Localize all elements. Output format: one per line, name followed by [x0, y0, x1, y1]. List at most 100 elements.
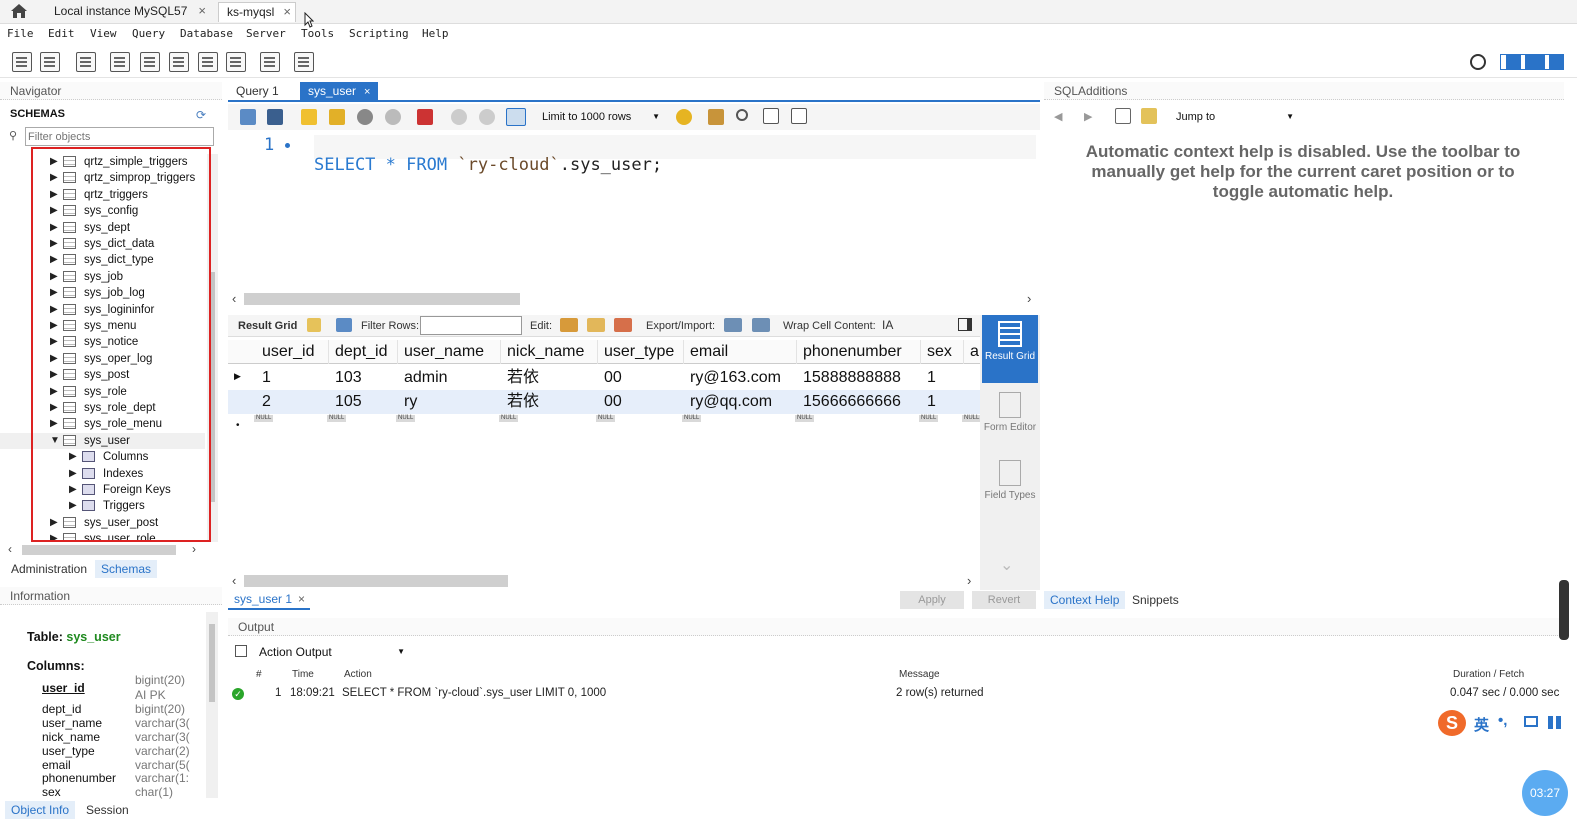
field-types-tool[interactable]: Field Types [982, 458, 1038, 518]
open-file-icon[interactable] [240, 109, 256, 125]
close-icon[interactable]: × [298, 592, 305, 606]
manual-help-icon[interactable] [1115, 108, 1131, 124]
menu-file[interactable]: File [7, 27, 34, 40]
menu-view[interactable]: View [90, 27, 117, 40]
autocommit-icon[interactable] [506, 108, 526, 126]
table-cell[interactable]: 2 [256, 390, 271, 414]
scroll-right-icon[interactable]: › [1027, 291, 1031, 306]
auto-help-icon[interactable] [1141, 108, 1157, 124]
revert-button[interactable]: Revert [972, 591, 1036, 609]
menu-database[interactable]: Database [180, 27, 233, 40]
bookmark-star-icon[interactable] [676, 109, 692, 125]
table-cell[interactable]: ry@qq.com [684, 390, 772, 414]
filter-objects-input[interactable] [25, 127, 214, 146]
wrap-cell-icon[interactable]: IA [882, 318, 893, 332]
grid-hscrollbar[interactable] [244, 575, 508, 587]
settings-icon[interactable] [1470, 54, 1486, 70]
import-icon[interactable] [752, 318, 770, 332]
close-icon[interactable]: × [283, 3, 291, 21]
tree-hscrollbar[interactable] [22, 545, 176, 555]
table-cell[interactable]: ry@163.com [684, 366, 781, 390]
ime-toolbar[interactable]: S 英 •, [1436, 708, 1566, 738]
menu-tools[interactable]: Tools [301, 27, 334, 40]
scroll-left-icon[interactable]: ‹ [232, 291, 236, 306]
tab-sys-user[interactable]: sys_user × [300, 82, 378, 101]
delete-row-icon[interactable] [614, 318, 632, 332]
new-sql-tab-icon[interactable] [12, 52, 32, 72]
create-schema-icon[interactable] [110, 52, 130, 72]
back-icon[interactable]: ◀ [1054, 110, 1062, 123]
column-header[interactable]: dept_id [329, 340, 398, 364]
result-tab[interactable]: sys_user 1 × [228, 590, 310, 610]
tab-context-help[interactable]: Context Help [1044, 591, 1126, 609]
column-header[interactable]: nick_name [501, 340, 598, 364]
toggle-error-icon[interactable] [417, 109, 433, 125]
table-cell[interactable]: 若依 [501, 366, 539, 390]
table-cell[interactable]: 103 [329, 366, 362, 390]
forward-icon[interactable]: ▶ [1084, 110, 1092, 123]
tab-administration[interactable]: Administration [5, 560, 93, 578]
column-header[interactable]: sex [921, 340, 964, 364]
column-header[interactable]: user_name [398, 340, 501, 364]
limit-rows-select[interactable]: Limit to 1000 rows ▼ [538, 108, 662, 126]
create-procedure-icon[interactable] [198, 52, 218, 72]
search-table-icon[interactable] [260, 52, 280, 72]
apply-button[interactable]: Apply [900, 591, 964, 609]
tab-ks-myqsl[interactable]: ks-myqsl × [218, 2, 296, 22]
create-function-icon[interactable] [226, 52, 246, 72]
menu-scripting[interactable]: Scripting [349, 27, 409, 40]
invisible-chars-icon[interactable] [763, 108, 779, 124]
create-view-icon[interactable] [169, 52, 189, 72]
info-scrollbar[interactable] [206, 612, 218, 798]
close-icon[interactable]: × [364, 86, 370, 98]
output-row[interactable]: ✓ 1 18:09:21 SELECT * FROM `ry-cloud`.sy… [228, 685, 1564, 703]
column-header[interactable]: phonenumber [797, 340, 921, 364]
menu-query[interactable]: Query [132, 27, 165, 40]
open-sql-script-icon[interactable] [40, 52, 60, 72]
editor-hscrollbar[interactable] [244, 293, 520, 305]
menu-help[interactable]: Help [422, 27, 449, 40]
find-icon[interactable] [736, 109, 748, 121]
close-icon[interactable]: × [198, 2, 206, 20]
explain-icon[interactable] [357, 109, 373, 125]
menu-edit[interactable]: Edit [48, 27, 75, 40]
edit-row-icon[interactable] [560, 318, 578, 332]
add-row-icon[interactable] [587, 318, 605, 332]
stop-icon[interactable] [385, 109, 401, 125]
inspector-icon[interactable] [76, 52, 96, 72]
column-header[interactable]: user_id [256, 340, 329, 364]
result-grid-tool[interactable]: Result Grid [982, 315, 1038, 383]
refresh-results-icon[interactable] [336, 318, 352, 332]
commit-icon[interactable] [451, 109, 467, 125]
table-cell[interactable]: 1 [256, 366, 271, 390]
tab-local-instance[interactable]: Local instance MySQL57 × [46, 2, 210, 22]
tab-session[interactable]: Session [80, 801, 135, 819]
rollback-icon[interactable] [479, 109, 495, 125]
output-type-select[interactable]: Action Output ▼ [255, 643, 407, 661]
tab-query-1[interactable]: Query 1 [228, 82, 287, 101]
tab-snippets[interactable]: Snippets [1126, 591, 1185, 609]
layout-toggle-icon[interactable] [1500, 54, 1564, 70]
table-cell[interactable]: admin [398, 366, 448, 390]
table-cell[interactable]: 00 [598, 390, 622, 414]
table-cell[interactable]: 15666666666 [797, 390, 901, 414]
toggle-panel-icon[interactable] [958, 318, 972, 331]
jump-to-select[interactable]: Jump to ▼ [1172, 108, 1296, 126]
export-icon[interactable] [724, 318, 742, 332]
execute-icon[interactable] [301, 109, 317, 125]
table-cell[interactable]: 1 [921, 366, 936, 390]
table-cell[interactable]: 00 [598, 366, 622, 390]
refresh-icon[interactable]: ⟳ [196, 108, 206, 122]
form-editor-tool[interactable]: Form Editor [982, 390, 1038, 450]
table-cell[interactable]: 15888888888 [797, 366, 901, 390]
reconnect-icon[interactable] [294, 52, 314, 72]
execute-current-icon[interactable] [329, 109, 345, 125]
scroll-right-icon[interactable]: › [192, 542, 196, 556]
menu-server[interactable]: Server [246, 27, 286, 40]
tab-schemas[interactable]: Schemas [95, 560, 158, 578]
scroll-right-icon[interactable]: › [967, 573, 971, 588]
table-cell[interactable]: 1 [921, 390, 936, 414]
scroll-left-icon[interactable]: ‹ [232, 573, 236, 588]
sql-editor[interactable]: SELECT * FROM `ry-cloud`.sys_user; [314, 135, 1036, 175]
table-cell[interactable]: 105 [329, 390, 362, 414]
